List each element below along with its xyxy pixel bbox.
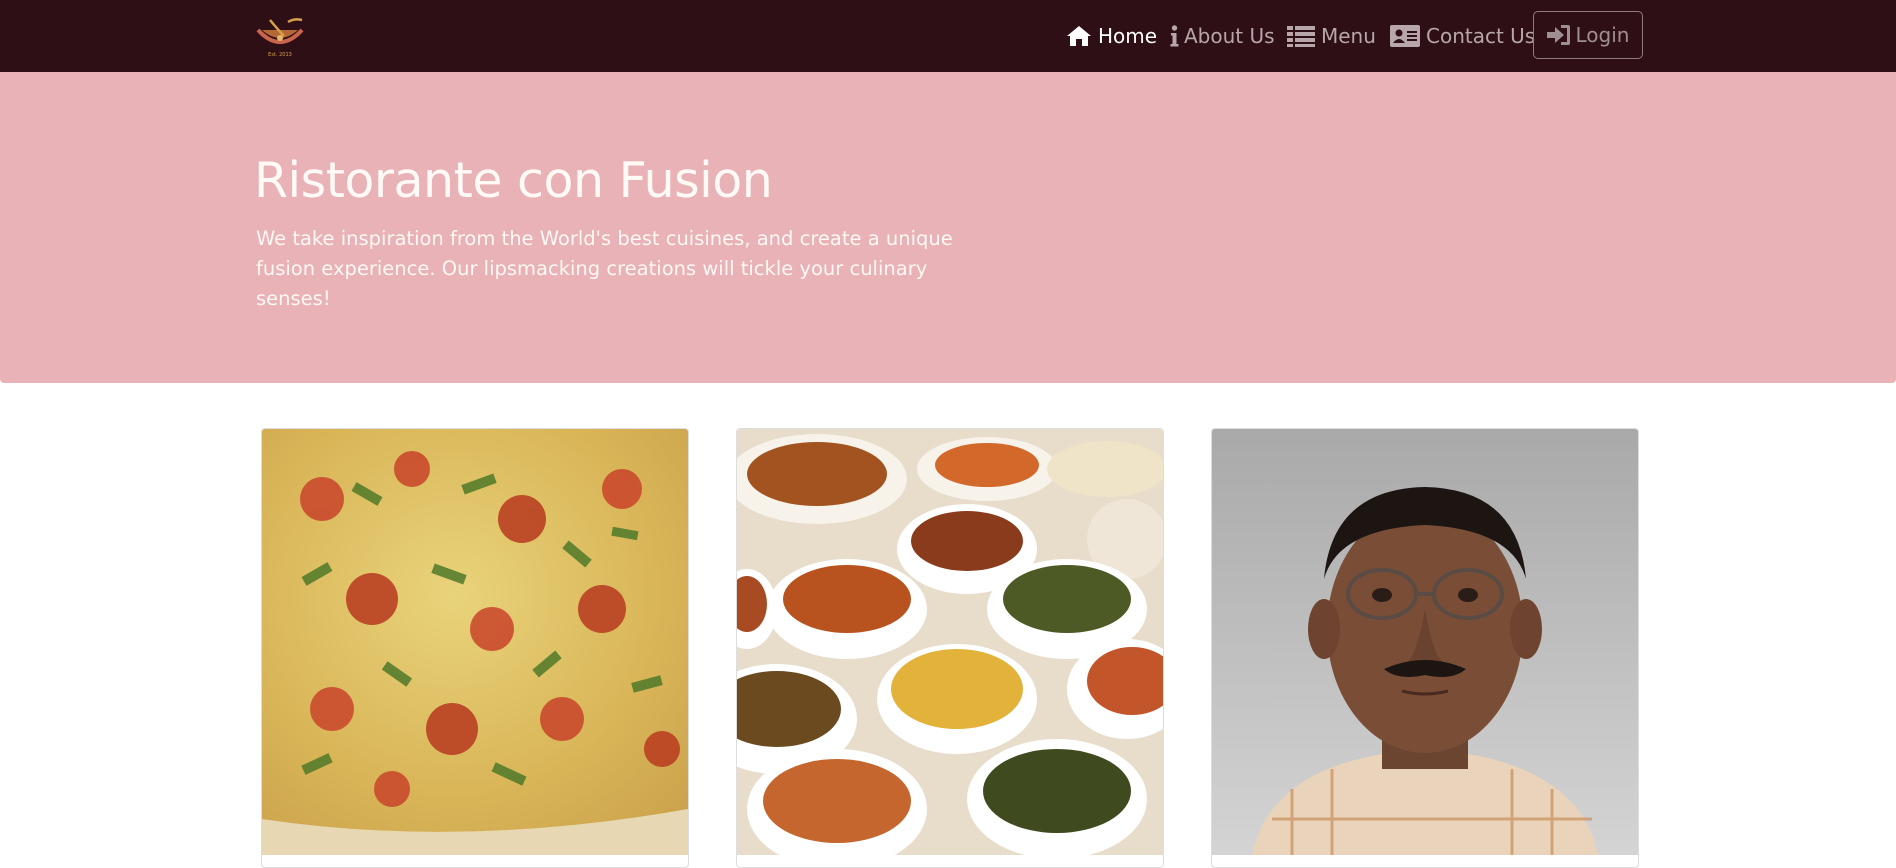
nav-item-label: Contact Us bbox=[1426, 24, 1536, 48]
nav-item-contact[interactable]: Contact Us bbox=[1390, 0, 1535, 72]
nav-item-about[interactable]: About Us bbox=[1170, 0, 1275, 72]
card-promotion[interactable] bbox=[736, 428, 1164, 868]
login-button[interactable]: Login bbox=[1533, 11, 1643, 59]
brand-logo[interactable]: Est. 2013 bbox=[254, 16, 306, 58]
page-title: Ristorante con Fusion bbox=[254, 152, 773, 209]
nav-item-label: Home bbox=[1098, 24, 1158, 48]
pizza-photo bbox=[262, 429, 688, 855]
address-card-icon bbox=[1390, 25, 1420, 47]
info-icon bbox=[1170, 25, 1179, 47]
card-dish[interactable] bbox=[261, 428, 689, 868]
nav-item-label: About Us bbox=[1184, 24, 1275, 48]
intro-text: We take inspiration from the World's bes… bbox=[256, 227, 953, 310]
chef-portrait-photo bbox=[1212, 429, 1638, 855]
nav-item-menu[interactable]: Menu bbox=[1287, 0, 1376, 72]
nav-item-label: Menu bbox=[1321, 24, 1376, 48]
list-icon bbox=[1287, 25, 1315, 47]
buffet-photo bbox=[737, 429, 1163, 855]
jumbotron: Ristorante con Fusion We take inspiratio… bbox=[0, 72, 1896, 383]
home-icon bbox=[1066, 25, 1092, 47]
login-button-label: Login bbox=[1575, 23, 1630, 47]
sign-in-icon bbox=[1546, 24, 1571, 46]
card-leader[interactable] bbox=[1211, 428, 1639, 868]
nav-item-home[interactable]: Home bbox=[1066, 0, 1157, 72]
top-navbar: Est. 2013 Home About Us Menu Contact Us … bbox=[0, 0, 1896, 72]
svg-text:Est. 2013: Est. 2013 bbox=[268, 52, 292, 58]
